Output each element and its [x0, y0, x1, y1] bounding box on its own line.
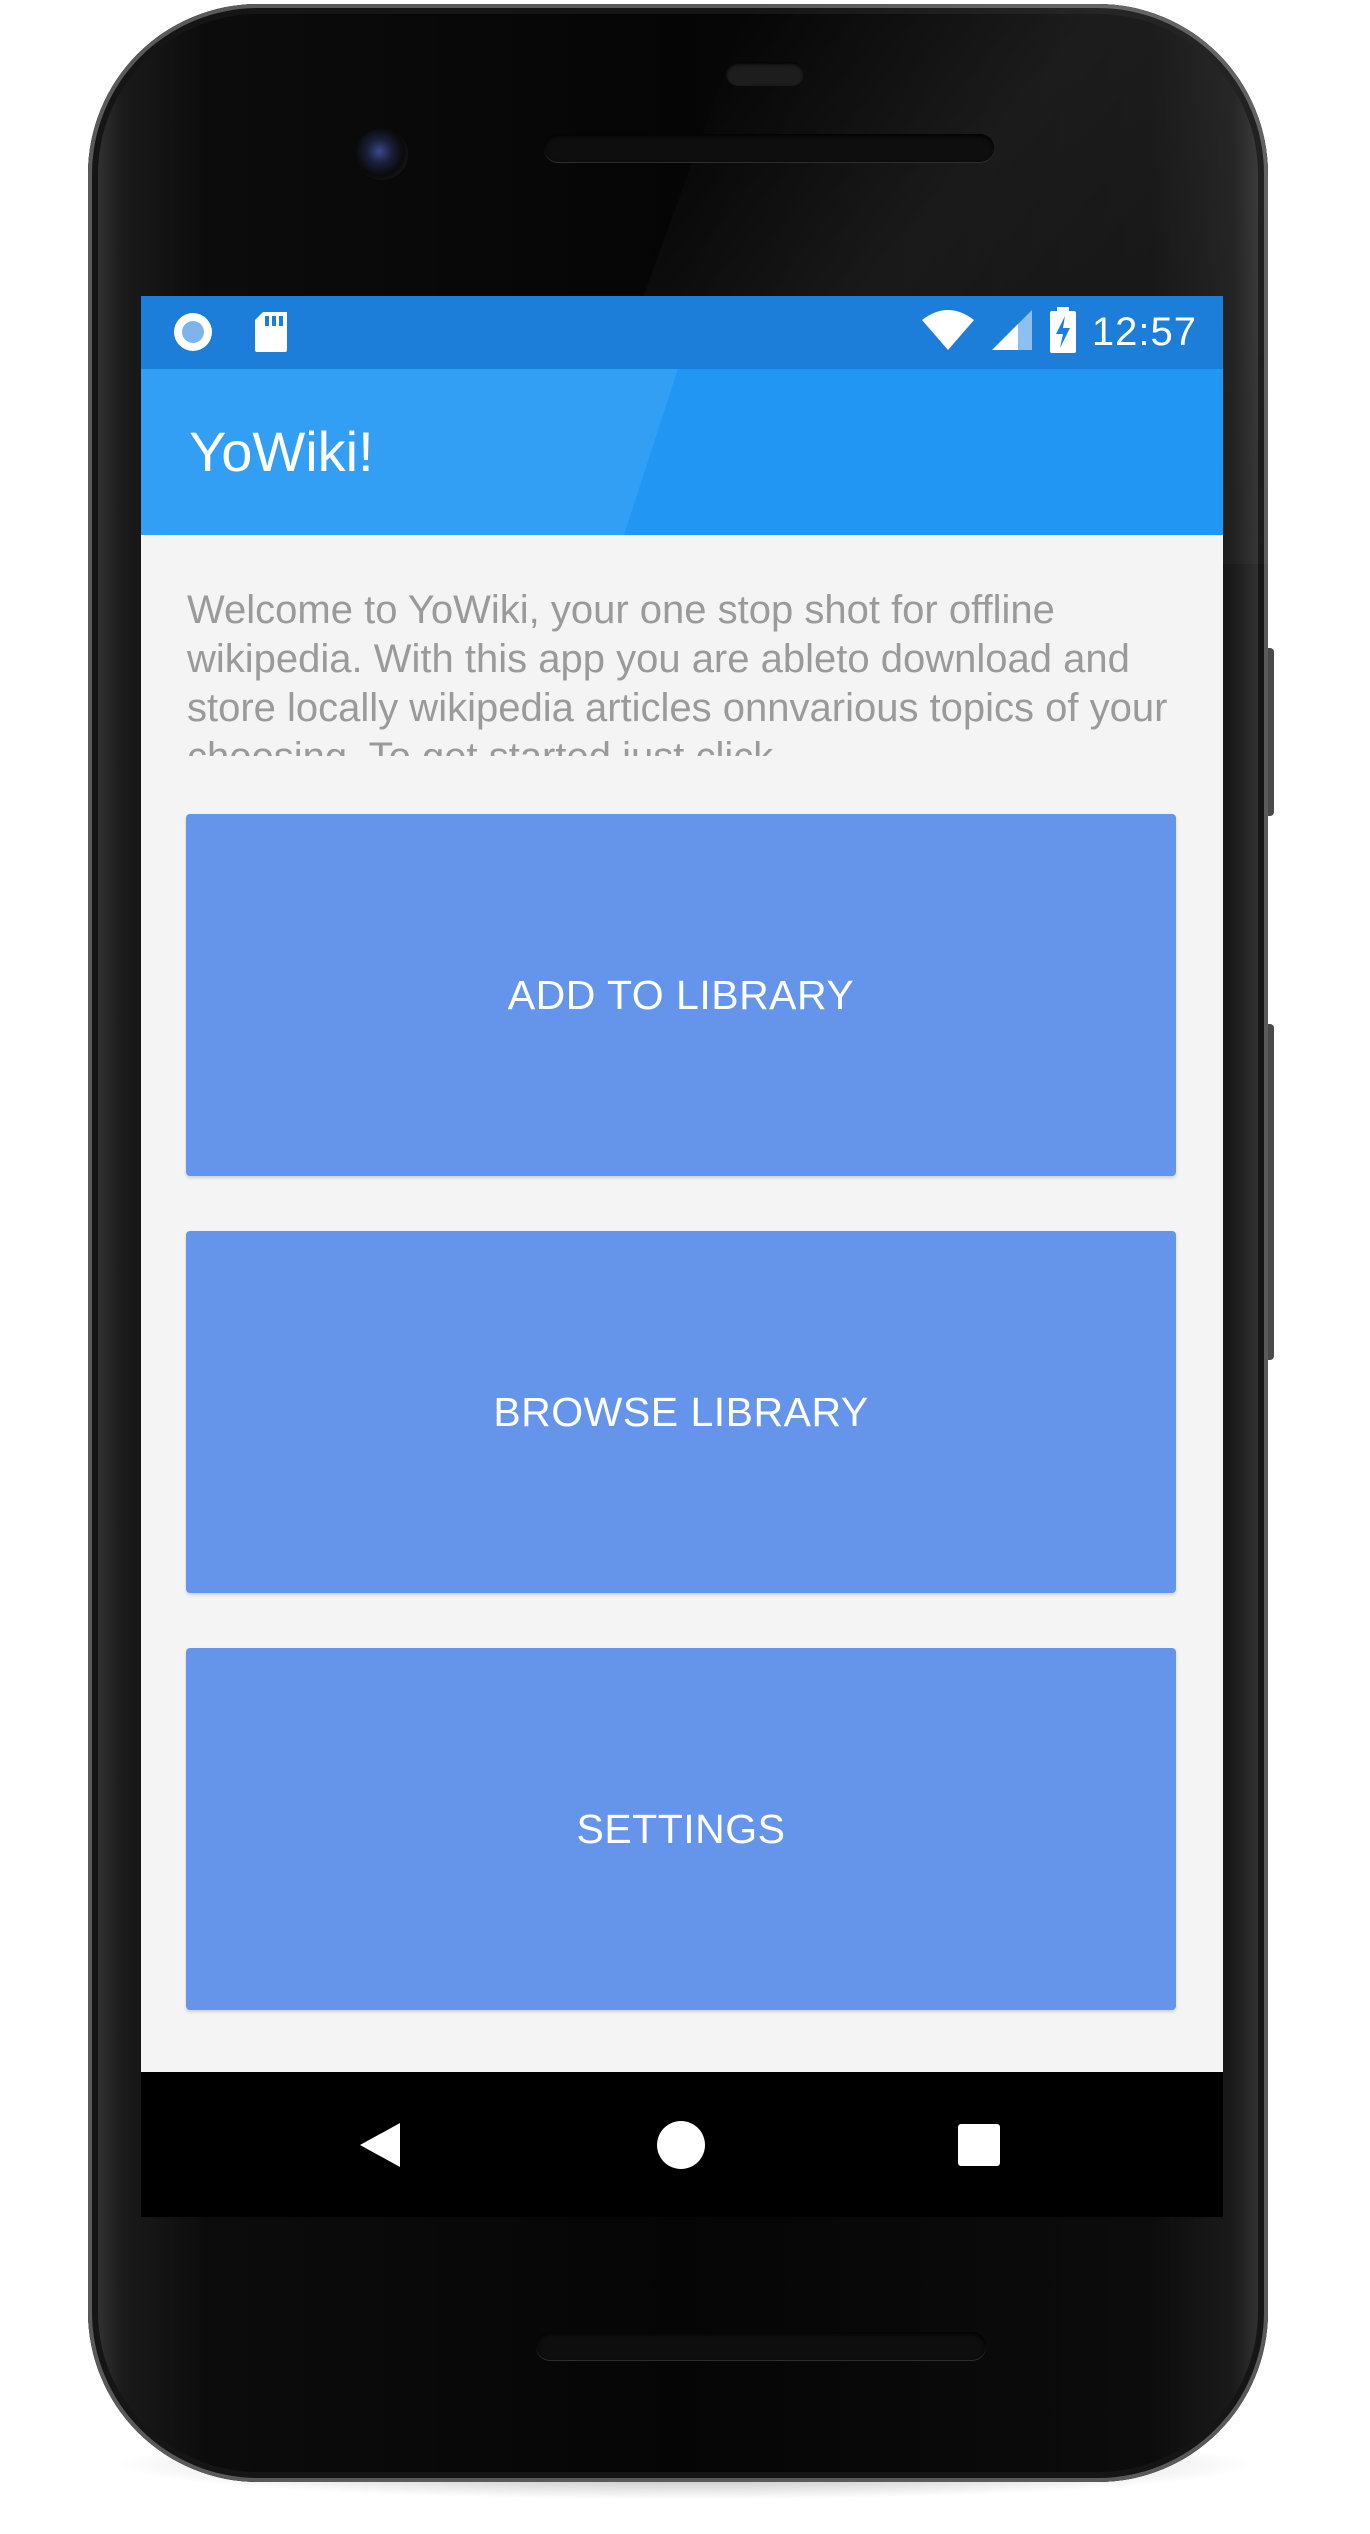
- sd-card-icon: [251, 310, 291, 359]
- top-speaker: [544, 134, 994, 162]
- settings-button[interactable]: SETTINGS: [186, 1648, 1176, 2010]
- wifi-icon: [920, 308, 976, 357]
- battery-charging-icon: [1048, 306, 1078, 359]
- welcome-text[interactable]: Welcome to YoWiki, your one stop shot fo…: [187, 586, 1187, 756]
- app-bar: YoWiki!: [141, 369, 1223, 535]
- home-icon[interactable]: [641, 2072, 721, 2217]
- front-camera-icon: [356, 128, 408, 180]
- device-page: 12:57 YoWiki! Welcome to YoWiki, your on…: [0, 0, 1370, 2534]
- add-to-library-button[interactable]: ADD TO LIBRARY: [186, 814, 1176, 1176]
- status-bar: 12:57: [141, 296, 1223, 369]
- app-title: YoWiki!: [189, 420, 374, 483]
- record-icon: [171, 310, 215, 359]
- recents-icon[interactable]: [939, 2072, 1019, 2217]
- proximity-sensor: [726, 62, 804, 86]
- navigation-bar: [141, 2072, 1223, 2217]
- screen: 12:57 YoWiki! Welcome to YoWiki, your on…: [141, 296, 1223, 2072]
- bottom-speaker: [536, 2332, 986, 2360]
- browse-library-button[interactable]: BROWSE LIBRARY: [186, 1231, 1176, 1593]
- back-icon[interactable]: [340, 2072, 420, 2217]
- cell-signal-icon: [990, 308, 1034, 357]
- status-time: 12:57: [1091, 310, 1197, 354]
